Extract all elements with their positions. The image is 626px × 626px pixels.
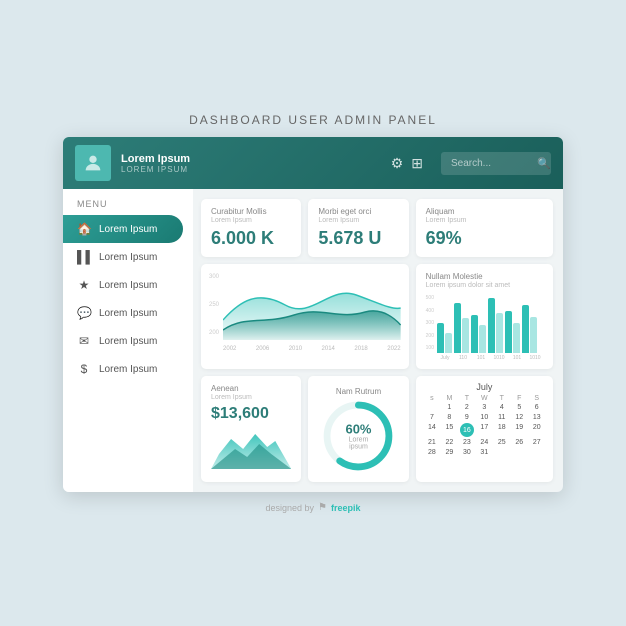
sidebar-item-dollar[interactable]: $ Lorem Ipsum	[63, 355, 193, 383]
stat-card-2: Morbi eget orci Lorem Ipsum 5.678 U	[308, 199, 408, 257]
freepik-icon: ⚑	[318, 502, 327, 513]
bottom-sublabel: Lorem Ipsum	[211, 394, 291, 401]
main-content: Curabitur Mollis Lorem Ipsum 6.000 K Mor…	[193, 189, 563, 492]
footer: designed by ⚑ freepik	[265, 502, 360, 513]
gear-icon[interactable]: ⚙	[391, 155, 404, 172]
stat-card-3: Aliquam Lorem Ipsum 69%	[416, 199, 553, 257]
stat1-value: 6.000 K	[211, 228, 291, 249]
page-title: DASHBOARD USER ADMIN PANEL	[189, 113, 437, 127]
sidebar-label-stats: Lorem Ipsum	[99, 252, 157, 263]
sidebar-item-chat[interactable]: 💬 Lorem Ipsum	[63, 299, 193, 327]
area-chart-card: 300250200	[201, 264, 409, 369]
calendar-month: July	[424, 382, 545, 392]
sidebar-label-dollar: Lorem Ipsum	[99, 364, 157, 375]
stat2-value: 5.678 U	[318, 228, 398, 249]
header: Lorem Ipsum LOREM IPSUM ⚙ ⊞ 🔍	[63, 137, 563, 189]
bar-y-axis: 500400300200100	[426, 293, 434, 353]
mail-icon: ✉	[77, 334, 91, 348]
user-icon	[82, 152, 104, 174]
footer-brand: freepik	[331, 503, 361, 513]
stat2-label: Morbi eget orci	[318, 207, 398, 216]
area-y-axis: 300250200	[209, 270, 219, 340]
dashboard: Lorem Ipsum LOREM IPSUM ⚙ ⊞ 🔍 MENU 🏠 Lor…	[63, 137, 563, 492]
sidebar-label-home: Lorem Ipsum	[99, 224, 157, 235]
home-icon: 🏠	[77, 222, 91, 236]
search-bar: 🔍	[441, 152, 551, 175]
sidebar-item-star[interactable]: ★ Lorem Ipsum	[63, 271, 193, 299]
barchart-sublabel: Lorem ipsum dolor sit amet	[426, 282, 543, 289]
avatar	[75, 145, 111, 181]
barchart-label: Nullam Molestie	[426, 272, 543, 281]
sidebar-item-stats[interactable]: ▌▌ Lorem Ipsum	[63, 243, 193, 271]
donut-card: Nam Rutrum 60% Lorem ipsum	[308, 376, 408, 482]
donut-sublabel: Lorem ipsum	[341, 437, 376, 451]
bar-chart	[437, 293, 543, 353]
bottom-value: $13,600	[211, 405, 291, 423]
search-input[interactable]	[451, 158, 531, 169]
search-icon[interactable]: 🔍	[537, 157, 551, 170]
sidebar-item-mail[interactable]: ✉ Lorem Ipsum	[63, 327, 193, 355]
sidebar-item-home[interactable]: 🏠 Lorem Ipsum	[63, 215, 183, 243]
sidebar-label-mail: Lorem Ipsum	[99, 336, 157, 347]
sidebar-label-star: Lorem Ipsum	[99, 280, 157, 291]
bottom-left-card: Aenean Lorem Ipsum $13,600	[201, 376, 301, 482]
donut-chart: 60% Lorem ipsum	[323, 401, 393, 471]
mountain-chart	[211, 429, 291, 469]
header-icons: ⚙ ⊞	[391, 155, 423, 172]
sidebar-label-chat: Lorem Ipsum	[99, 308, 157, 319]
header-username: Lorem Ipsum	[121, 153, 381, 165]
footer-text: designed by	[265, 503, 314, 513]
star-icon: ★	[77, 278, 91, 292]
stat3-value: 69%	[426, 228, 543, 249]
calendar-card: July s M T W T F S 1 2 3 4 5 6	[416, 376, 553, 482]
area-chart	[223, 270, 401, 340]
area-x-labels: 2002 2006 2010 2014 2018 2022	[223, 346, 401, 352]
grid-icon[interactable]: ⊞	[411, 155, 423, 172]
chat-icon: 💬	[77, 306, 91, 320]
body: MENU 🏠 Lorem Ipsum ▌▌ Lorem Ipsum ★ Lore…	[63, 189, 563, 492]
stats-icon: ▌▌	[77, 250, 91, 264]
bottom-label: Aenean	[211, 384, 291, 393]
stat2-sublabel: Lorem Ipsum	[318, 217, 398, 224]
stat-card-1: Curabitur Mollis Lorem Ipsum 6.000 K	[201, 199, 301, 257]
dollar-icon: $	[77, 362, 91, 376]
stat1-sublabel: Lorem Ipsum	[211, 217, 291, 224]
bar-x-labels: July 110 101 1010 101 1010	[437, 355, 543, 361]
menu-label: MENU	[63, 189, 193, 215]
sidebar: MENU 🏠 Lorem Ipsum ▌▌ Lorem Ipsum ★ Lore…	[63, 189, 193, 492]
donut-label: Nam Rutrum	[336, 387, 381, 396]
donut-percent: 60%	[341, 422, 376, 437]
stat3-label: Aliquam	[426, 207, 543, 216]
calendar-grid: s M T W T F S 1 2 3 4 5 6 7	[424, 395, 545, 457]
header-user-info: Lorem Ipsum LOREM IPSUM	[121, 153, 381, 174]
stat1-label: Curabitur Mollis	[211, 207, 291, 216]
bar-chart-card: Nullam Molestie Lorem ipsum dolor sit am…	[416, 264, 553, 369]
header-usersub: LOREM IPSUM	[121, 165, 381, 174]
stat3-sublabel: Lorem Ipsum	[426, 217, 543, 224]
